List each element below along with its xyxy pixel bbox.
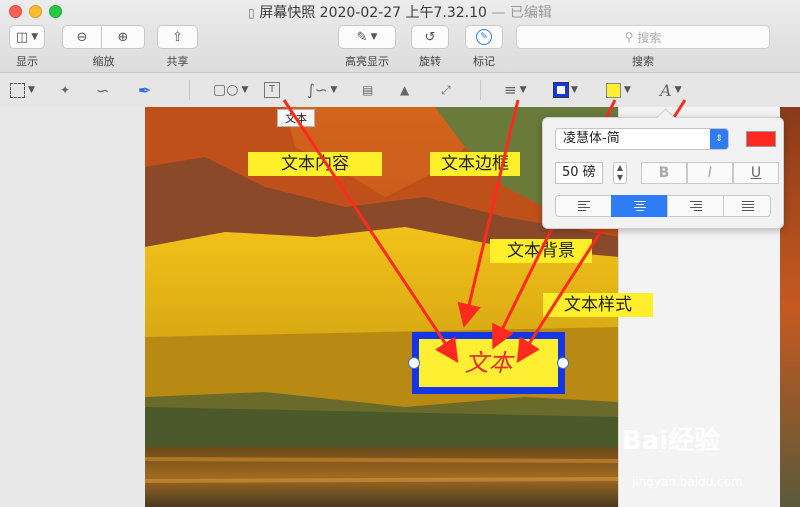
align-justify-icon [742,201,754,213]
baidu-watermark-logo: Bai经验 [622,426,721,456]
font-size-stepper[interactable]: ▲ ▼ [613,162,627,184]
italic-button[interactable]: I [687,162,733,184]
select-arrows-icon: ⇕ [710,129,728,149]
align-justify-button[interactable] [723,195,771,217]
align-center-icon [634,201,646,213]
bold-button[interactable]: B [641,162,687,184]
font-size-field[interactable]: 50 磅 [555,162,603,184]
font-family-value: 凌慧体-简 [563,131,620,146]
font-family-select[interactable]: 凌慧体-简 ⇕ [555,128,729,150]
align-left-icon [578,201,590,213]
underline-button[interactable]: U [733,162,779,184]
align-right-icon [690,201,702,213]
arrow-to-text-border [457,99,520,328]
text-style-popover: 凌慧体-简 ⇕ 50 磅 ▲ ▼ B I U [542,117,784,229]
align-right-button[interactable] [667,195,724,217]
arrow-to-text-content [282,99,459,364]
align-center-button[interactable] [611,195,668,217]
watermark-url: jingyan.baidu.com [632,475,743,489]
align-left-button[interactable] [555,195,612,217]
text-color-swatch[interactable] [746,131,776,147]
